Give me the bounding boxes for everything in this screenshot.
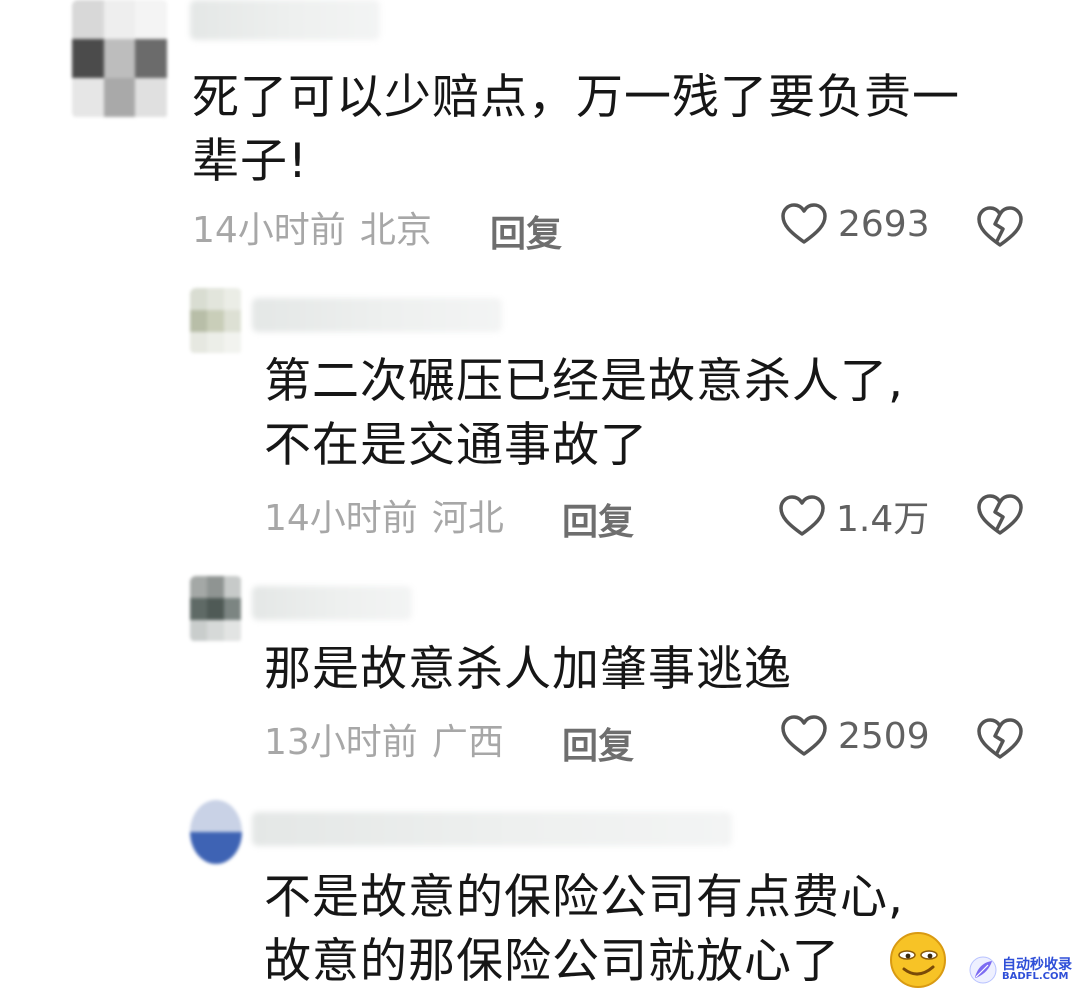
heart-outline-icon	[778, 494, 826, 538]
like-count: 1.4万	[836, 499, 930, 540]
broken-heart-icon[interactable]	[976, 493, 1024, 537]
avatar[interactable]	[190, 800, 242, 864]
comment-text: 那是故意杀人加肇事逃逸	[264, 642, 792, 697]
like-count: 2693	[838, 203, 930, 245]
avatar[interactable]	[72, 0, 168, 118]
username-blurred[interactable]	[190, 0, 380, 40]
avatar[interactable]	[190, 288, 242, 354]
feather-logo-icon	[968, 955, 998, 985]
like-button[interactable]: 1.4万	[778, 490, 929, 542]
comment-text: 死了可以少赔点，万一残了要负责一 辈子!	[192, 70, 960, 189]
watermark-title: 自动秒收录	[1002, 957, 1072, 973]
watermark-domain: BADFL.COM	[1002, 971, 1069, 982]
heart-outline-icon	[780, 202, 828, 246]
username-blurred[interactable]	[252, 812, 732, 846]
broken-heart-icon[interactable]	[976, 717, 1024, 761]
comment-meta: 14小时前 河北	[264, 490, 504, 540]
comment-location: 河北	[431, 498, 504, 539]
broken-heart-icon[interactable]	[976, 205, 1024, 249]
comment-location: 广西	[431, 722, 504, 763]
comment-time: 14小时前	[192, 210, 346, 251]
comment-location: 北京	[359, 210, 432, 251]
reply-button[interactable]: 回复	[562, 493, 634, 545]
avatar[interactable]	[190, 576, 242, 642]
comment-time: 14小时前	[264, 498, 418, 539]
heart-outline-icon	[780, 714, 828, 758]
comment-meta: 14小时前 北京	[192, 202, 432, 252]
username-blurred[interactable]	[252, 298, 502, 332]
reply-button[interactable]: 回复	[562, 717, 634, 769]
username-blurred[interactable]	[252, 586, 412, 620]
comment-text: 第二次碾压已经是故意杀人了, 不在是交通事故了	[264, 354, 904, 473]
watermark: 自动秒收录 BADFL.COM	[968, 955, 1072, 985]
like-button[interactable]: 2509	[780, 714, 930, 758]
like-button[interactable]: 2693	[780, 202, 930, 246]
comment-text: 不是故意的保险公司有点费心, 故意的那保险公司就放心了	[264, 870, 904, 989]
comment-meta: 13小时前 广西	[264, 714, 504, 764]
reply-button[interactable]: 回复	[490, 205, 562, 257]
smirk-emoji-icon	[888, 930, 948, 994]
like-count: 2509	[838, 715, 930, 757]
comment-time: 13小时前	[264, 722, 418, 763]
